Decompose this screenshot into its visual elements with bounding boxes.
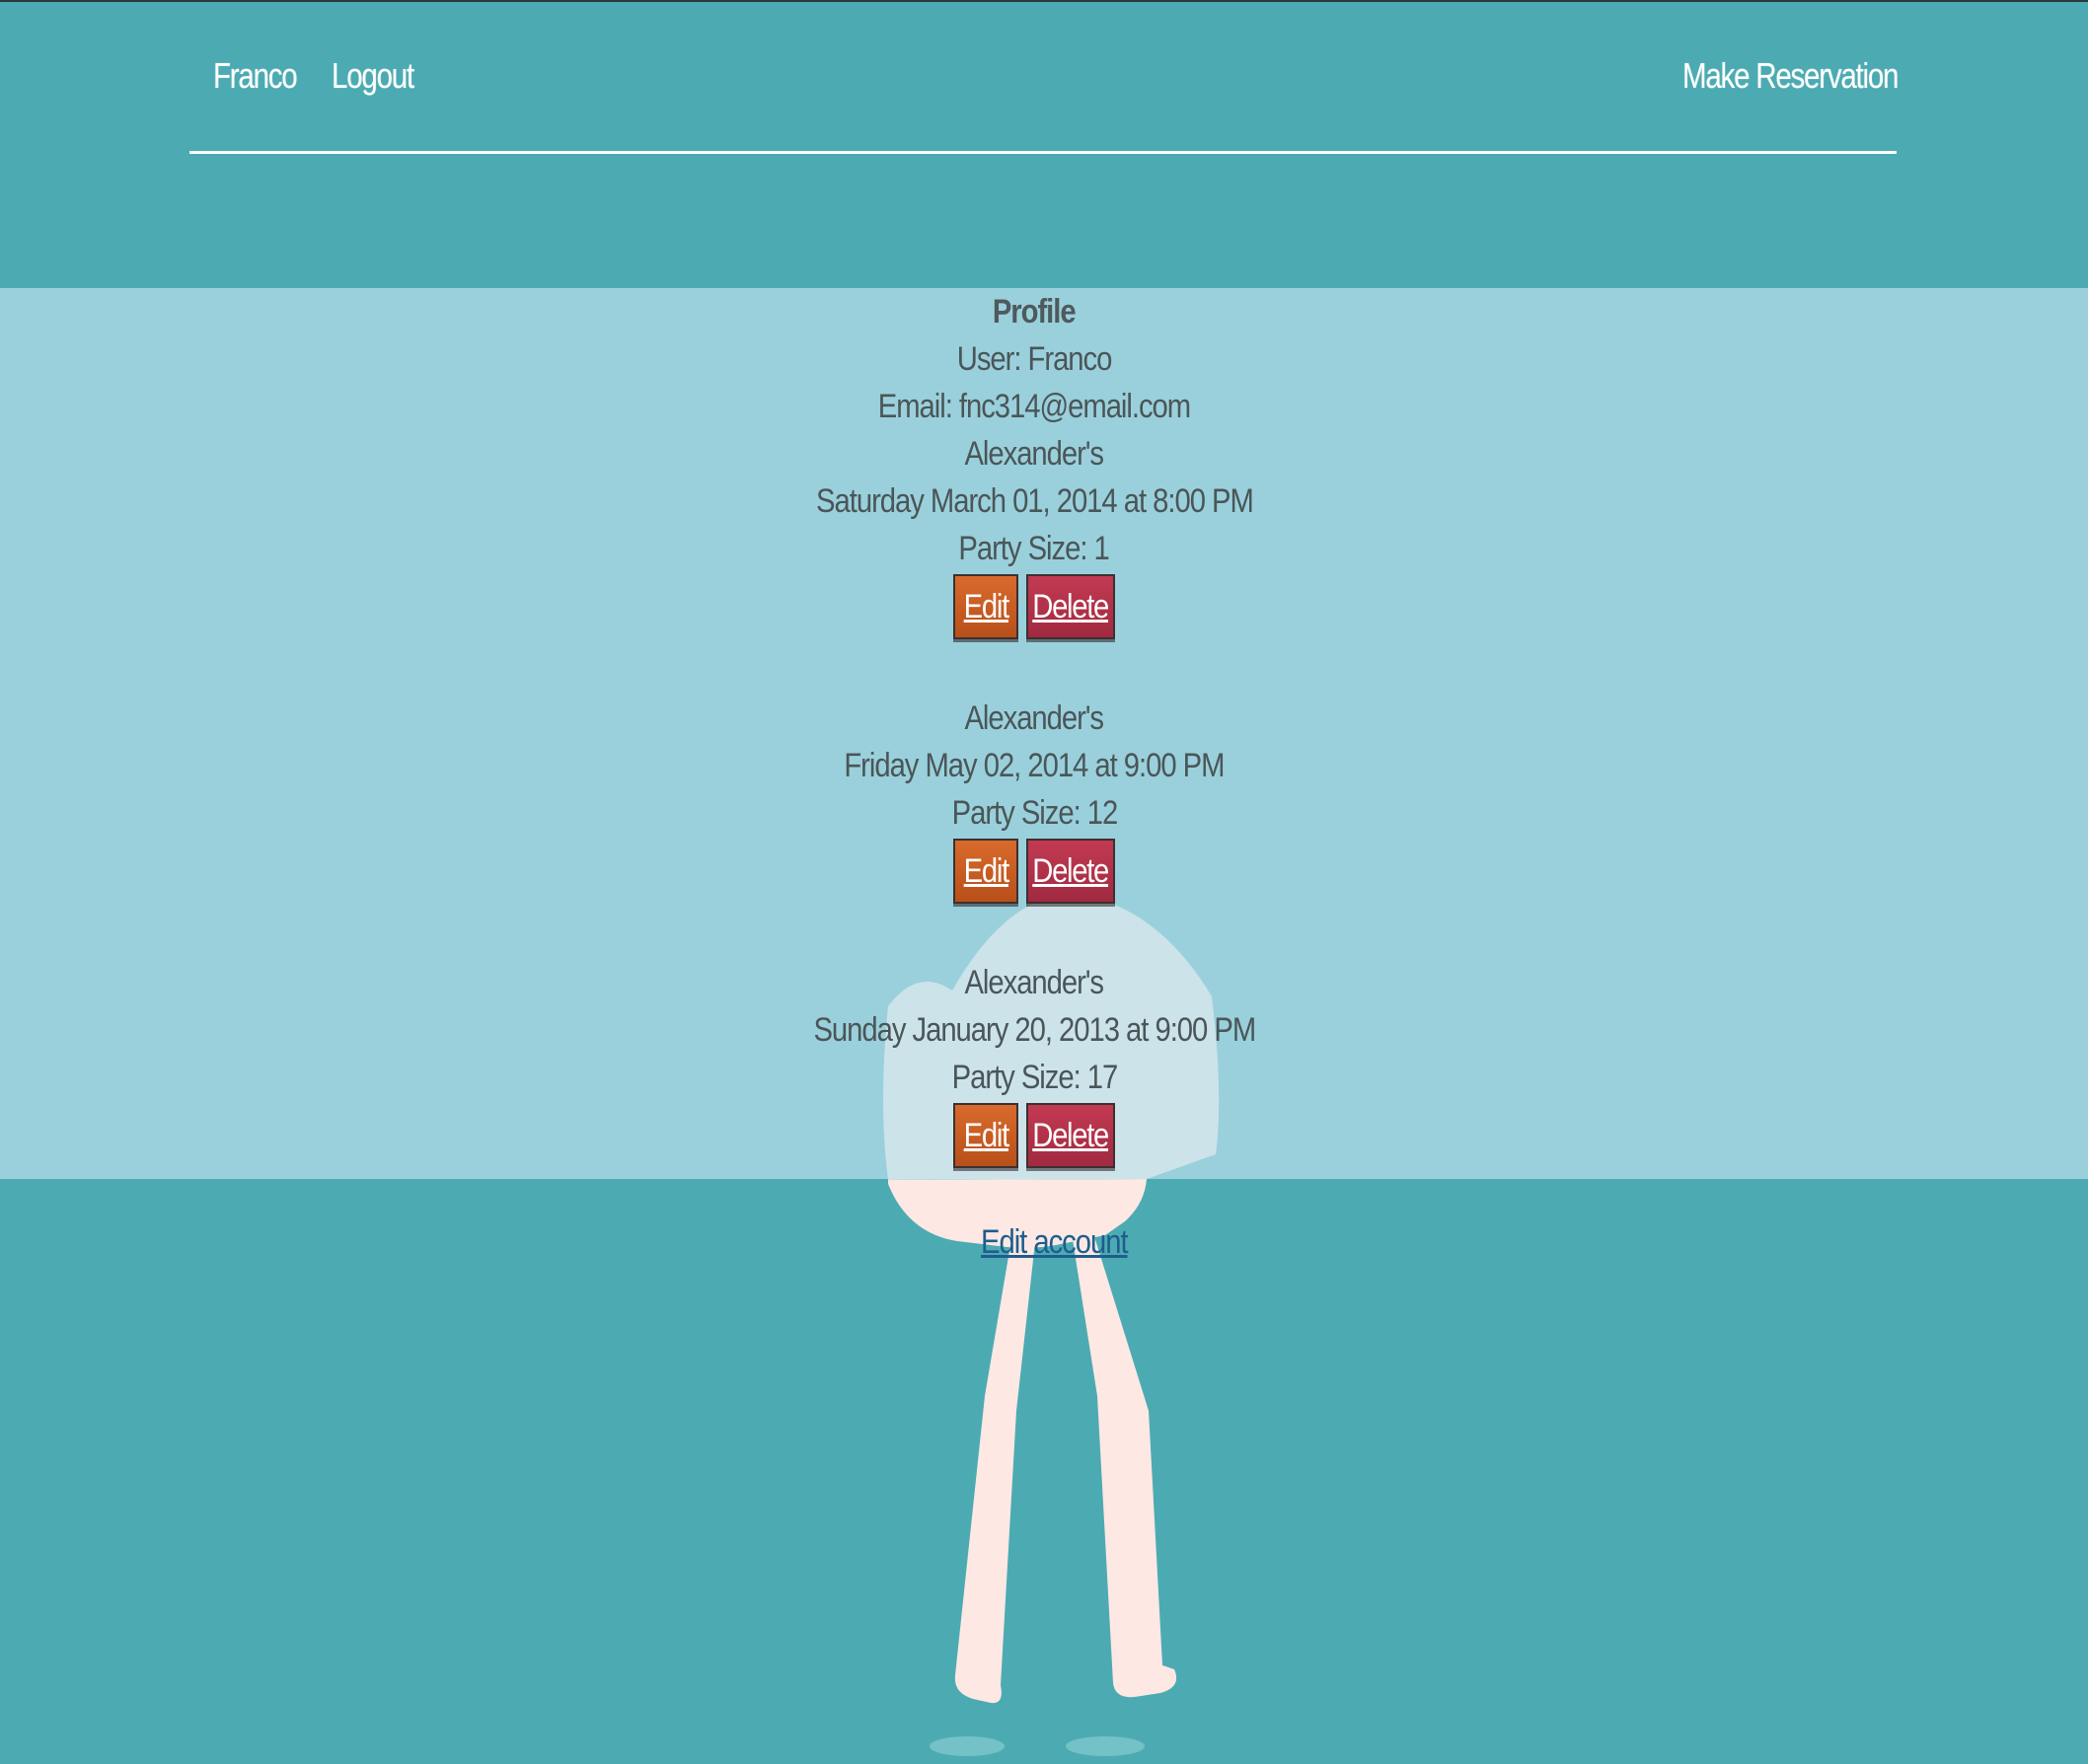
- nav-logout-link[interactable]: Logout: [332, 55, 414, 97]
- reservation-party-size: Party Size: 17: [951, 1059, 1118, 1096]
- profile-title: Profile: [993, 293, 1077, 331]
- edit-account-link[interactable]: Edit account: [981, 1223, 1129, 1262]
- edit-reservation-button[interactable]: Edit: [953, 1103, 1018, 1168]
- delete-reservation-button[interactable]: Delete: [1026, 574, 1115, 639]
- reservation-actions: Edit Delete: [0, 1103, 2068, 1174]
- reservation-restaurant: Alexander's: [964, 435, 1105, 473]
- edit-reservation-button[interactable]: Edit: [953, 839, 1018, 904]
- reservation-datetime: Saturday March 01, 2014 at 8:00 PM: [815, 482, 1254, 520]
- top-border: [0, 0, 2088, 2]
- top-navbar: Franco Logout Make Reservation: [189, 47, 1899, 154]
- reservation-datetime: Friday May 02, 2014 at 9:00 PM: [844, 747, 1225, 784]
- delete-reservation-button[interactable]: Delete: [1026, 1103, 1115, 1168]
- reservation-restaurant: Alexander's: [964, 964, 1105, 1001]
- reservation-datetime: Sunday January 20, 2013 at 9:00 PM: [813, 1011, 1256, 1049]
- reservation-party-size: Party Size: 12: [951, 794, 1118, 832]
- reservation-restaurant: Alexander's: [964, 699, 1105, 737]
- reservation-actions: Edit Delete: [0, 574, 2068, 645]
- reservation-party-size: Party Size: 1: [958, 530, 1110, 567]
- edit-reservation-button[interactable]: Edit: [953, 574, 1018, 639]
- profile-email: Email: fnc314@email.com: [877, 388, 1191, 425]
- reservation-actions: Edit Delete: [0, 839, 2068, 910]
- delete-reservation-button[interactable]: Delete: [1026, 839, 1115, 904]
- reservation-item: Alexander's Saturday March 01, 2014 at 8…: [0, 430, 2068, 645]
- nav-user-link[interactable]: Franco: [213, 55, 298, 97]
- nav-make-reservation-link[interactable]: Make Reservation: [1682, 55, 1899, 97]
- profile-user: User: Franco: [956, 340, 1113, 378]
- profile-section: Profile User: Franco Email: fnc314@email…: [0, 288, 2068, 1174]
- reservation-item: Alexander's Sunday January 20, 2013 at 9…: [0, 959, 2068, 1174]
- reservation-item: Alexander's Friday May 02, 2014 at 9:00 …: [0, 695, 2068, 910]
